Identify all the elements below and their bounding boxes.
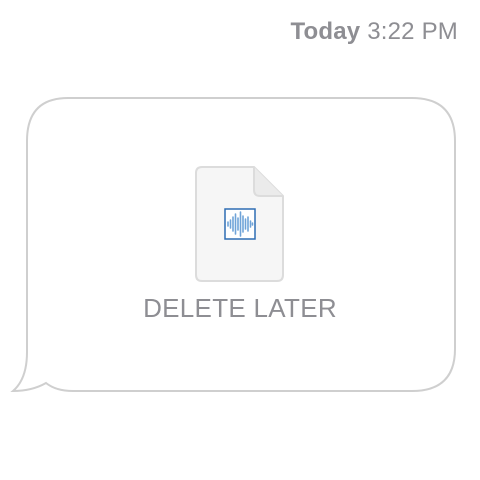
- message-thread: Today 3:22 PM DELETE LATER: [0, 0, 480, 480]
- audio-attachment[interactable]: DELETE LATER: [0, 165, 480, 325]
- audio-file-icon: [195, 166, 284, 282]
- attachment-file-name: DELETE LATER: [143, 293, 337, 323]
